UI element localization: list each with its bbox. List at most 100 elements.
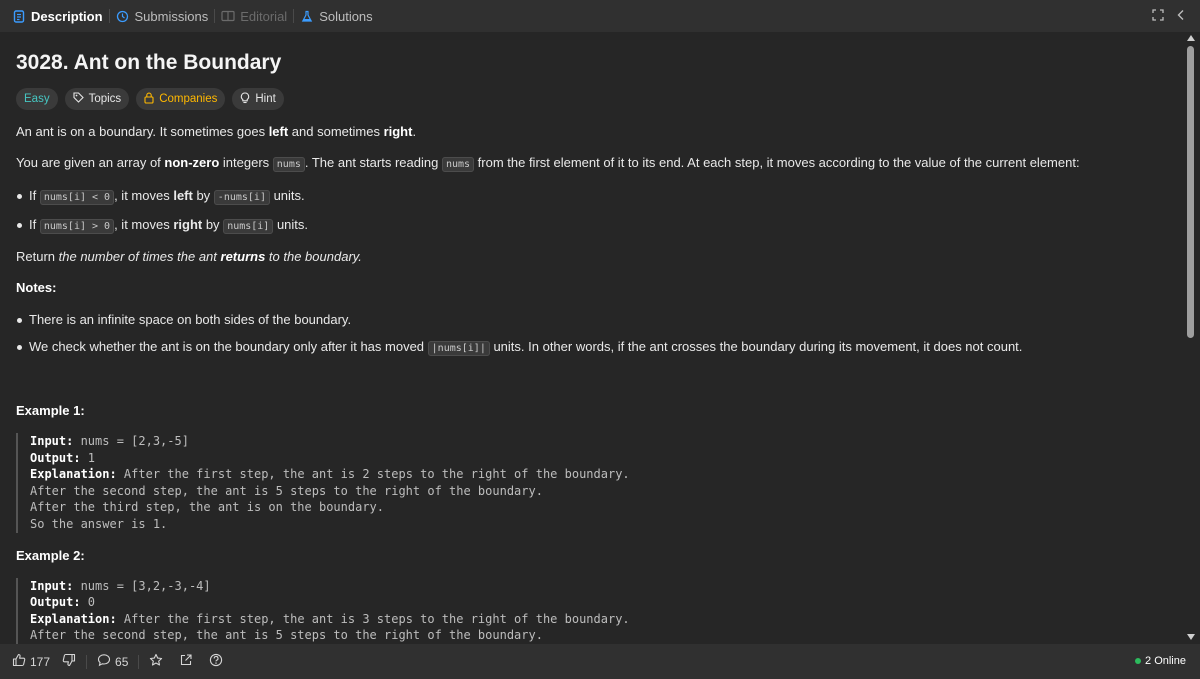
given-text: You are given an array of bbox=[16, 155, 165, 170]
abs-nums-code: |nums[i]| bbox=[427, 341, 490, 356]
example-2-heading: Example 2: bbox=[16, 547, 85, 563]
tab-description-label: Description bbox=[31, 8, 103, 24]
movement-rules-list: If nums[i] < 0 , it moves left by -nums[i… bbox=[16, 187, 1166, 236]
rule-text: , it moves bbox=[114, 217, 174, 232]
rule-text: by bbox=[192, 188, 214, 203]
example-output: 0 bbox=[80, 595, 96, 610]
direction-emphasis: left bbox=[173, 188, 193, 203]
rule-text: by bbox=[202, 217, 224, 232]
hint-label: Hint bbox=[255, 93, 276, 105]
comments-button[interactable]: 65 bbox=[97, 653, 128, 670]
problem-tab-bar: Description Submissions Editorial Soluti… bbox=[0, 0, 1200, 32]
companies-label: Companies bbox=[159, 93, 218, 105]
note-item: We check whether the ant is on the bound… bbox=[16, 338, 1166, 358]
amount-code: -nums[i] bbox=[213, 190, 270, 205]
bottom-divider bbox=[86, 654, 88, 669]
tab-solutions-label: Solutions bbox=[319, 8, 373, 24]
hint-chip[interactable]: Hint bbox=[232, 88, 284, 110]
fullscreen-icon[interactable] bbox=[1152, 9, 1164, 21]
input-label: Input: bbox=[30, 434, 74, 448]
tab-solutions[interactable]: Solutions bbox=[300, 8, 373, 24]
description-icon bbox=[12, 9, 26, 23]
note-item: There is an infinite space on both sides… bbox=[16, 311, 1166, 329]
left-emphasis: left bbox=[268, 124, 289, 139]
returns-emphasis: returns bbox=[220, 249, 266, 264]
companies-chip[interactable]: Companies bbox=[136, 88, 226, 110]
topics-chip[interactable]: Topics bbox=[64, 88, 130, 110]
history-icon bbox=[116, 9, 130, 23]
nums-code: nums bbox=[272, 157, 305, 172]
example-explanation: After the first step, the ant is 2 steps… bbox=[30, 467, 630, 531]
given-text: from the first element of it to its end.… bbox=[474, 155, 1080, 170]
condition-code: nums[i] < 0 bbox=[39, 190, 115, 205]
example-input: nums = [3,2,-3,-4] bbox=[73, 578, 211, 593]
output-label: Output: bbox=[30, 595, 81, 610]
example-input: nums = [2,3,-5] bbox=[73, 434, 189, 448]
example-1-block: Input: nums = [2,3,-5] Output: 1 Explana… bbox=[16, 433, 1166, 533]
rule-item: If nums[i] < 0, it moves left by -nums[i… bbox=[16, 187, 1166, 207]
like-button[interactable]: 177 bbox=[12, 653, 50, 670]
scroll-up-arrow-icon[interactable] bbox=[1187, 35, 1195, 41]
tab-divider bbox=[293, 9, 295, 23]
lock-icon bbox=[144, 92, 154, 107]
comment-count: 65 bbox=[115, 654, 129, 669]
tab-divider bbox=[108, 9, 110, 23]
online-count: 2 Online bbox=[1145, 655, 1186, 667]
tab-submissions[interactable]: Submissions bbox=[116, 8, 209, 24]
collapse-panel-icon[interactable] bbox=[1176, 9, 1186, 21]
problem-description-panel: 3028. Ant on the Boundary Easy Topics Co… bbox=[0, 32, 1182, 644]
rule-text: units. bbox=[269, 188, 305, 203]
intro-text: . bbox=[412, 124, 417, 139]
tag-icon bbox=[73, 92, 84, 106]
return-italic: the number of times the ant bbox=[58, 249, 221, 264]
direction-emphasis: right bbox=[173, 217, 203, 232]
tab-editorial-label: Editorial bbox=[240, 8, 288, 24]
tab-description[interactable]: Description bbox=[12, 9, 103, 24]
lightbulb-icon bbox=[240, 91, 250, 107]
star-icon bbox=[149, 653, 163, 670]
book-icon bbox=[221, 9, 235, 23]
example-1-heading: Example 1: bbox=[16, 403, 85, 418]
share-button[interactable] bbox=[179, 653, 193, 670]
favorite-button[interactable] bbox=[149, 653, 163, 670]
scroll-down-arrow-icon[interactable] bbox=[1187, 634, 1195, 640]
note-text: units. In other words, if the ant crosse… bbox=[489, 339, 1023, 354]
thumbs-up-icon bbox=[12, 653, 26, 670]
explanation-label: Explanation: bbox=[30, 611, 117, 626]
given-text: integers bbox=[219, 155, 273, 170]
bottom-divider bbox=[138, 654, 140, 669]
example-explanation: After the first step, the ant is 3 steps… bbox=[30, 611, 630, 643]
bottom-action-bar: 177 65 2 Online bbox=[0, 644, 1200, 679]
rule-text: If bbox=[29, 188, 40, 203]
problem-title[interactable]: 3028. Ant on the Boundary bbox=[16, 51, 1166, 77]
output-label: Output: bbox=[30, 450, 81, 465]
comment-icon bbox=[97, 653, 111, 670]
given-paragraph: You are given an array of non-zero integ… bbox=[16, 154, 1166, 174]
intro-text: An ant is on a boundary. It sometimes go… bbox=[16, 124, 269, 139]
input-label: Input: bbox=[30, 578, 74, 593]
intro-text: and sometimes bbox=[288, 124, 384, 139]
nums-code: nums bbox=[441, 157, 475, 172]
notes-list: There is an infinite space on both sides… bbox=[16, 311, 1166, 358]
dislike-button[interactable] bbox=[62, 653, 76, 670]
non-zero-emphasis: non-zero bbox=[164, 155, 220, 170]
return-italic: to the boundary. bbox=[265, 249, 362, 264]
scrollbar-thumb[interactable] bbox=[1187, 46, 1194, 338]
right-emphasis: right bbox=[383, 124, 413, 139]
given-text: . The ant starts reading bbox=[304, 155, 442, 170]
notes-label: Notes: bbox=[16, 280, 57, 295]
help-button[interactable] bbox=[209, 653, 223, 670]
rule-item: If nums[i] > 0, it moves right by nums[i… bbox=[16, 216, 1166, 236]
topics-label: Topics bbox=[88, 93, 122, 105]
explanation-label: Explanation: bbox=[30, 467, 117, 482]
share-icon bbox=[179, 653, 193, 670]
return-paragraph: Return the number of times the ant retur… bbox=[16, 248, 1166, 266]
online-status-dot bbox=[1135, 658, 1142, 664]
tab-editorial[interactable]: Editorial bbox=[221, 9, 287, 24]
vertical-scrollbar[interactable] bbox=[1182, 32, 1200, 644]
rule-text: units. bbox=[273, 217, 309, 232]
tab-submissions-label: Submissions bbox=[134, 8, 209, 24]
online-indicator: 2 Online bbox=[1135, 655, 1186, 667]
notes-heading: Notes: bbox=[16, 279, 1166, 297]
return-text: Return bbox=[16, 249, 59, 264]
